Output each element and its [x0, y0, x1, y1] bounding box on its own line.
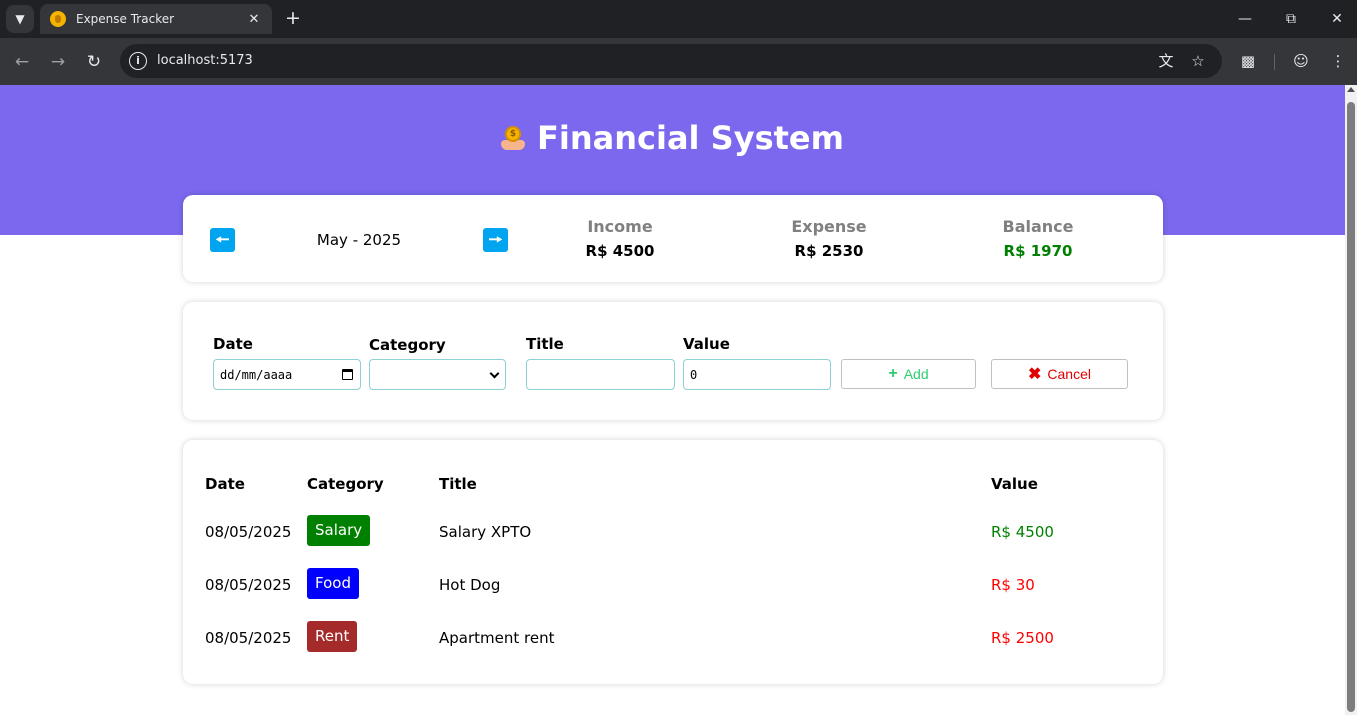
- row-date: 08/05/2025: [205, 629, 292, 647]
- month-label: May - 2025: [316, 231, 402, 249]
- arrow-right-icon: →: [50, 52, 66, 72]
- value-input-value: 0: [690, 367, 698, 382]
- expense-label: Expense: [791, 217, 867, 236]
- category-badge: Rent: [307, 621, 358, 652]
- money-bag-icon: [50, 11, 66, 27]
- add-item-form: Date dd/mm/aaaa Category Title Value 0 +…: [183, 302, 1163, 420]
- site-info-icon[interactable]: i: [129, 52, 147, 70]
- category-label: Category: [369, 336, 446, 354]
- translate-icon[interactable]: 文: [1156, 51, 1176, 71]
- income-value: R$ 4500: [585, 242, 655, 260]
- row-title: Apartment rent: [439, 629, 555, 647]
- previous-month-button[interactable]: 🠔: [210, 228, 235, 252]
- minimize-button[interactable]: —: [1234, 8, 1256, 30]
- calendar-icon[interactable]: [342, 369, 353, 380]
- summary-card: 🠔 May - 2025 🠖 Income R$ 4500 Expense R$…: [183, 195, 1163, 282]
- restore-button[interactable]: ⧉: [1280, 8, 1302, 30]
- page-title-text: Financial System: [537, 119, 844, 157]
- value-label: Value: [683, 335, 730, 353]
- next-month-button[interactable]: 🠖: [483, 228, 508, 252]
- expense-stat: Expense R$ 2530: [739, 217, 919, 260]
- row-date: 08/05/2025: [205, 576, 292, 594]
- row-title: Hot Dog: [439, 576, 501, 594]
- row-value: R$ 4500: [991, 523, 1054, 541]
- table-row: 08/05/2025 Salary Salary XPTO R$ 4500: [183, 515, 1163, 549]
- chevron-down-icon: [489, 368, 500, 379]
- category-select[interactable]: [369, 359, 506, 390]
- bookmark-star-icon[interactable]: ☆: [1188, 51, 1208, 71]
- row-value: R$ 2500: [991, 629, 1054, 647]
- tab-search-button[interactable]: ▼: [6, 5, 34, 33]
- date-label: Date: [213, 335, 253, 353]
- page-title: $ Financial System: [0, 119, 1345, 157]
- table-row: 08/05/2025 Food Hot Dog R$ 30: [183, 568, 1163, 602]
- close-icon[interactable]: ✕: [246, 12, 262, 27]
- arrow-right-icon: 🠖: [488, 230, 503, 249]
- browser-tab-bar: ▼ Expense Tracker ✕ + — ⧉ ✕: [0, 0, 1357, 38]
- address-bar[interactable]: i localhost:5173 文 ☆: [120, 44, 1222, 78]
- category-badge: Salary: [307, 515, 371, 546]
- add-button-label: Add: [903, 366, 929, 382]
- cancel-button-label: Cancel: [1047, 366, 1091, 382]
- column-header-category: Category: [307, 475, 384, 493]
- column-header-value: Value: [991, 475, 1038, 493]
- new-tab-button[interactable]: +: [282, 7, 304, 29]
- date-input[interactable]: dd/mm/aaaa: [213, 359, 361, 390]
- extensions-icon[interactable]: ▩: [1237, 50, 1259, 72]
- reload-button[interactable]: ↻: [82, 50, 106, 74]
- page-viewport: $ Financial System 🠔 May - 2025 🠖 Income…: [0, 85, 1345, 715]
- profile-icon[interactable]: ☺: [1290, 50, 1312, 72]
- balance-stat: Balance R$ 1970: [948, 217, 1128, 260]
- url-text[interactable]: localhost:5173: [157, 53, 253, 68]
- table-row: 08/05/2025 Rent Apartment rent R$ 2500: [183, 621, 1163, 655]
- back-button[interactable]: ←: [10, 50, 34, 74]
- row-date: 08/05/2025: [205, 523, 292, 541]
- page-scrollbar[interactable]: [1345, 85, 1357, 715]
- expense-value: R$ 2530: [794, 242, 864, 260]
- browser-tab[interactable]: Expense Tracker ✕: [40, 4, 272, 34]
- close-icon: ✖: [1028, 366, 1042, 383]
- plus-icon: +: [888, 365, 898, 382]
- row-title: Salary XPTO: [439, 523, 532, 541]
- transactions-table: Date Category Title Value 08/05/2025 Sal…: [183, 440, 1163, 684]
- menu-icon[interactable]: ⋮: [1327, 50, 1349, 72]
- scroll-up-icon[interactable]: [1347, 87, 1355, 92]
- title-input[interactable]: [526, 359, 675, 390]
- add-button[interactable]: + Add: [841, 359, 976, 389]
- forward-button[interactable]: →: [46, 50, 70, 74]
- balance-value: R$ 1970: [1003, 242, 1073, 260]
- arrow-left-icon: ←: [14, 52, 30, 72]
- scrollbar-thumb[interactable]: [1347, 102, 1355, 712]
- tab-title: Expense Tracker: [76, 12, 175, 26]
- value-input[interactable]: 0: [683, 359, 831, 390]
- income-label: Income: [587, 217, 653, 236]
- money-hand-icon: $: [501, 124, 526, 152]
- income-stat: Income R$ 4500: [530, 217, 710, 260]
- balance-label: Balance: [1002, 217, 1074, 236]
- cancel-button[interactable]: ✖ Cancel: [991, 359, 1128, 389]
- row-value: R$ 30: [991, 576, 1035, 594]
- date-placeholder: dd/mm/aaaa: [220, 367, 293, 382]
- browser-toolbar: ← → ↻ i localhost:5173 文 ☆ ▩ ☺ ⋮: [0, 38, 1357, 85]
- window-close-button[interactable]: ✕: [1326, 8, 1348, 30]
- title-label: Title: [526, 335, 564, 353]
- chevron-down-icon: ▼: [15, 12, 25, 26]
- category-badge: Food: [307, 568, 359, 599]
- toolbar-divider: [1274, 54, 1275, 70]
- column-header-date: Date: [205, 475, 245, 493]
- column-header-title: Title: [439, 475, 477, 493]
- arrow-left-icon: 🠔: [215, 230, 230, 249]
- reload-icon: ↻: [86, 52, 102, 72]
